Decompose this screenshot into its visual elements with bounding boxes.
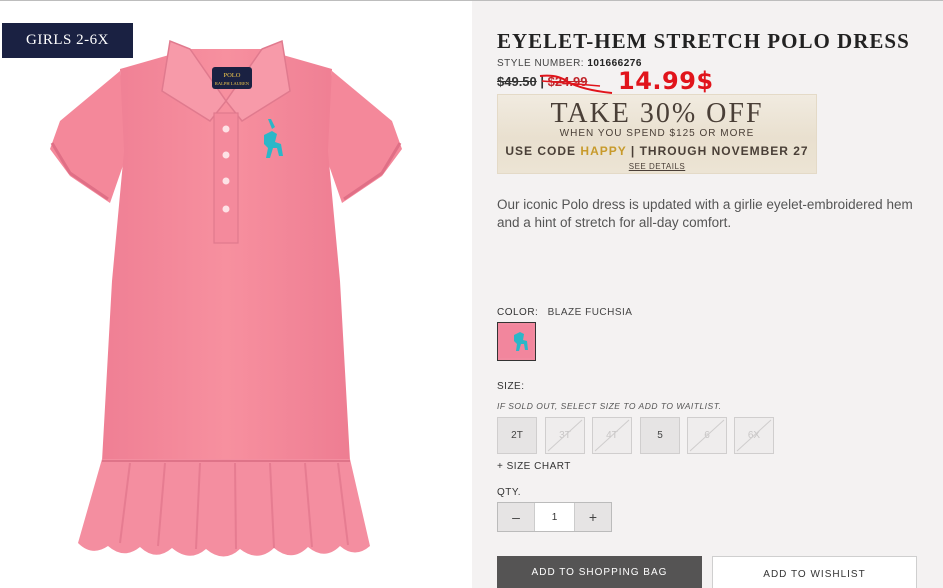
quantity-decrement-button[interactable]: – xyxy=(498,503,534,531)
quantity-label: QTY. xyxy=(497,487,522,498)
size-chart-link[interactable]: + SIZE CHART xyxy=(497,461,571,472)
size-option-2t[interactable]: 2T xyxy=(497,417,537,454)
style-number-label: STYLE NUMBER: xyxy=(497,58,585,69)
unavailable-strike-icon xyxy=(736,419,772,452)
product-description: Our iconic Polo dress is updated with a … xyxy=(497,197,913,230)
size-option-5[interactable]: 5 xyxy=(640,417,680,454)
size-option-3t[interactable]: 3T xyxy=(545,417,585,454)
promo-headline: TAKE 30% OFF xyxy=(550,98,764,129)
add-to-bag-button[interactable]: ADD TO SHOPPING BAG xyxy=(497,556,702,588)
promo-code-suffix: | THROUGH NOVEMBER 27 xyxy=(630,144,809,158)
unavailable-strike-icon xyxy=(689,419,725,452)
swatch-image xyxy=(500,325,533,358)
promo-code: HAPPY xyxy=(580,144,627,158)
quantity-stepper: – + xyxy=(497,502,612,532)
promo-code-prefix: USE CODE xyxy=(505,144,577,158)
size-option-6x[interactable]: 6X xyxy=(734,417,774,454)
swatch-pony-icon xyxy=(514,332,528,351)
category-badge: GIRLS 2-6X xyxy=(2,23,133,58)
promo-subline: WHEN YOU SPEND $125 OR MORE xyxy=(559,128,755,139)
product-title: EYELET-HEM STRETCH POLO DRESS xyxy=(497,29,910,53)
color-row: COLOR: BLAZE FUCHSIA xyxy=(497,307,632,318)
quantity-increment-button[interactable]: + xyxy=(575,503,611,531)
product-image-dress[interactable]: POLO RALPH LAUREN xyxy=(50,31,402,571)
brand-label-line1: POLO xyxy=(224,72,241,79)
brand-label-line2: RALPH LAUREN xyxy=(215,81,250,86)
original-price: $49.50 xyxy=(497,74,537,89)
unavailable-strike-icon xyxy=(594,419,630,452)
waitlist-note: IF SOLD OUT, SELECT SIZE TO ADD TO WAITL… xyxy=(497,401,722,411)
handwritten-price: 14.99$ xyxy=(618,67,714,95)
size-option-6[interactable]: 6 xyxy=(687,417,727,454)
color-value: BLAZE FUCHSIA xyxy=(547,307,633,318)
product-image-panel: GIRLS 2-6X POLO RALPH LAUREN xyxy=(0,1,472,588)
price-scribble-mark xyxy=(539,74,613,94)
see-details-link[interactable]: SEE DETAILS xyxy=(498,162,816,171)
quantity-input[interactable] xyxy=(534,503,575,531)
size-option-label: 2T xyxy=(511,430,523,441)
unavailable-strike-icon xyxy=(547,419,583,452)
color-swatch-blaze-fuchsia[interactable] xyxy=(497,322,536,361)
size-label: SIZE: xyxy=(497,381,525,392)
size-option-4t[interactable]: 4T xyxy=(592,417,632,454)
color-label: COLOR: xyxy=(497,307,539,318)
size-option-label: 5 xyxy=(657,430,663,441)
add-to-wishlist-button[interactable]: ADD TO WISHLIST xyxy=(712,556,917,588)
promo-code-line: USE CODE HAPPY | THROUGH NOVEMBER 27 xyxy=(498,144,816,158)
promo-banner[interactable]: TAKE 30% OFF WHEN YOU SPEND $125 OR MORE… xyxy=(497,94,817,174)
